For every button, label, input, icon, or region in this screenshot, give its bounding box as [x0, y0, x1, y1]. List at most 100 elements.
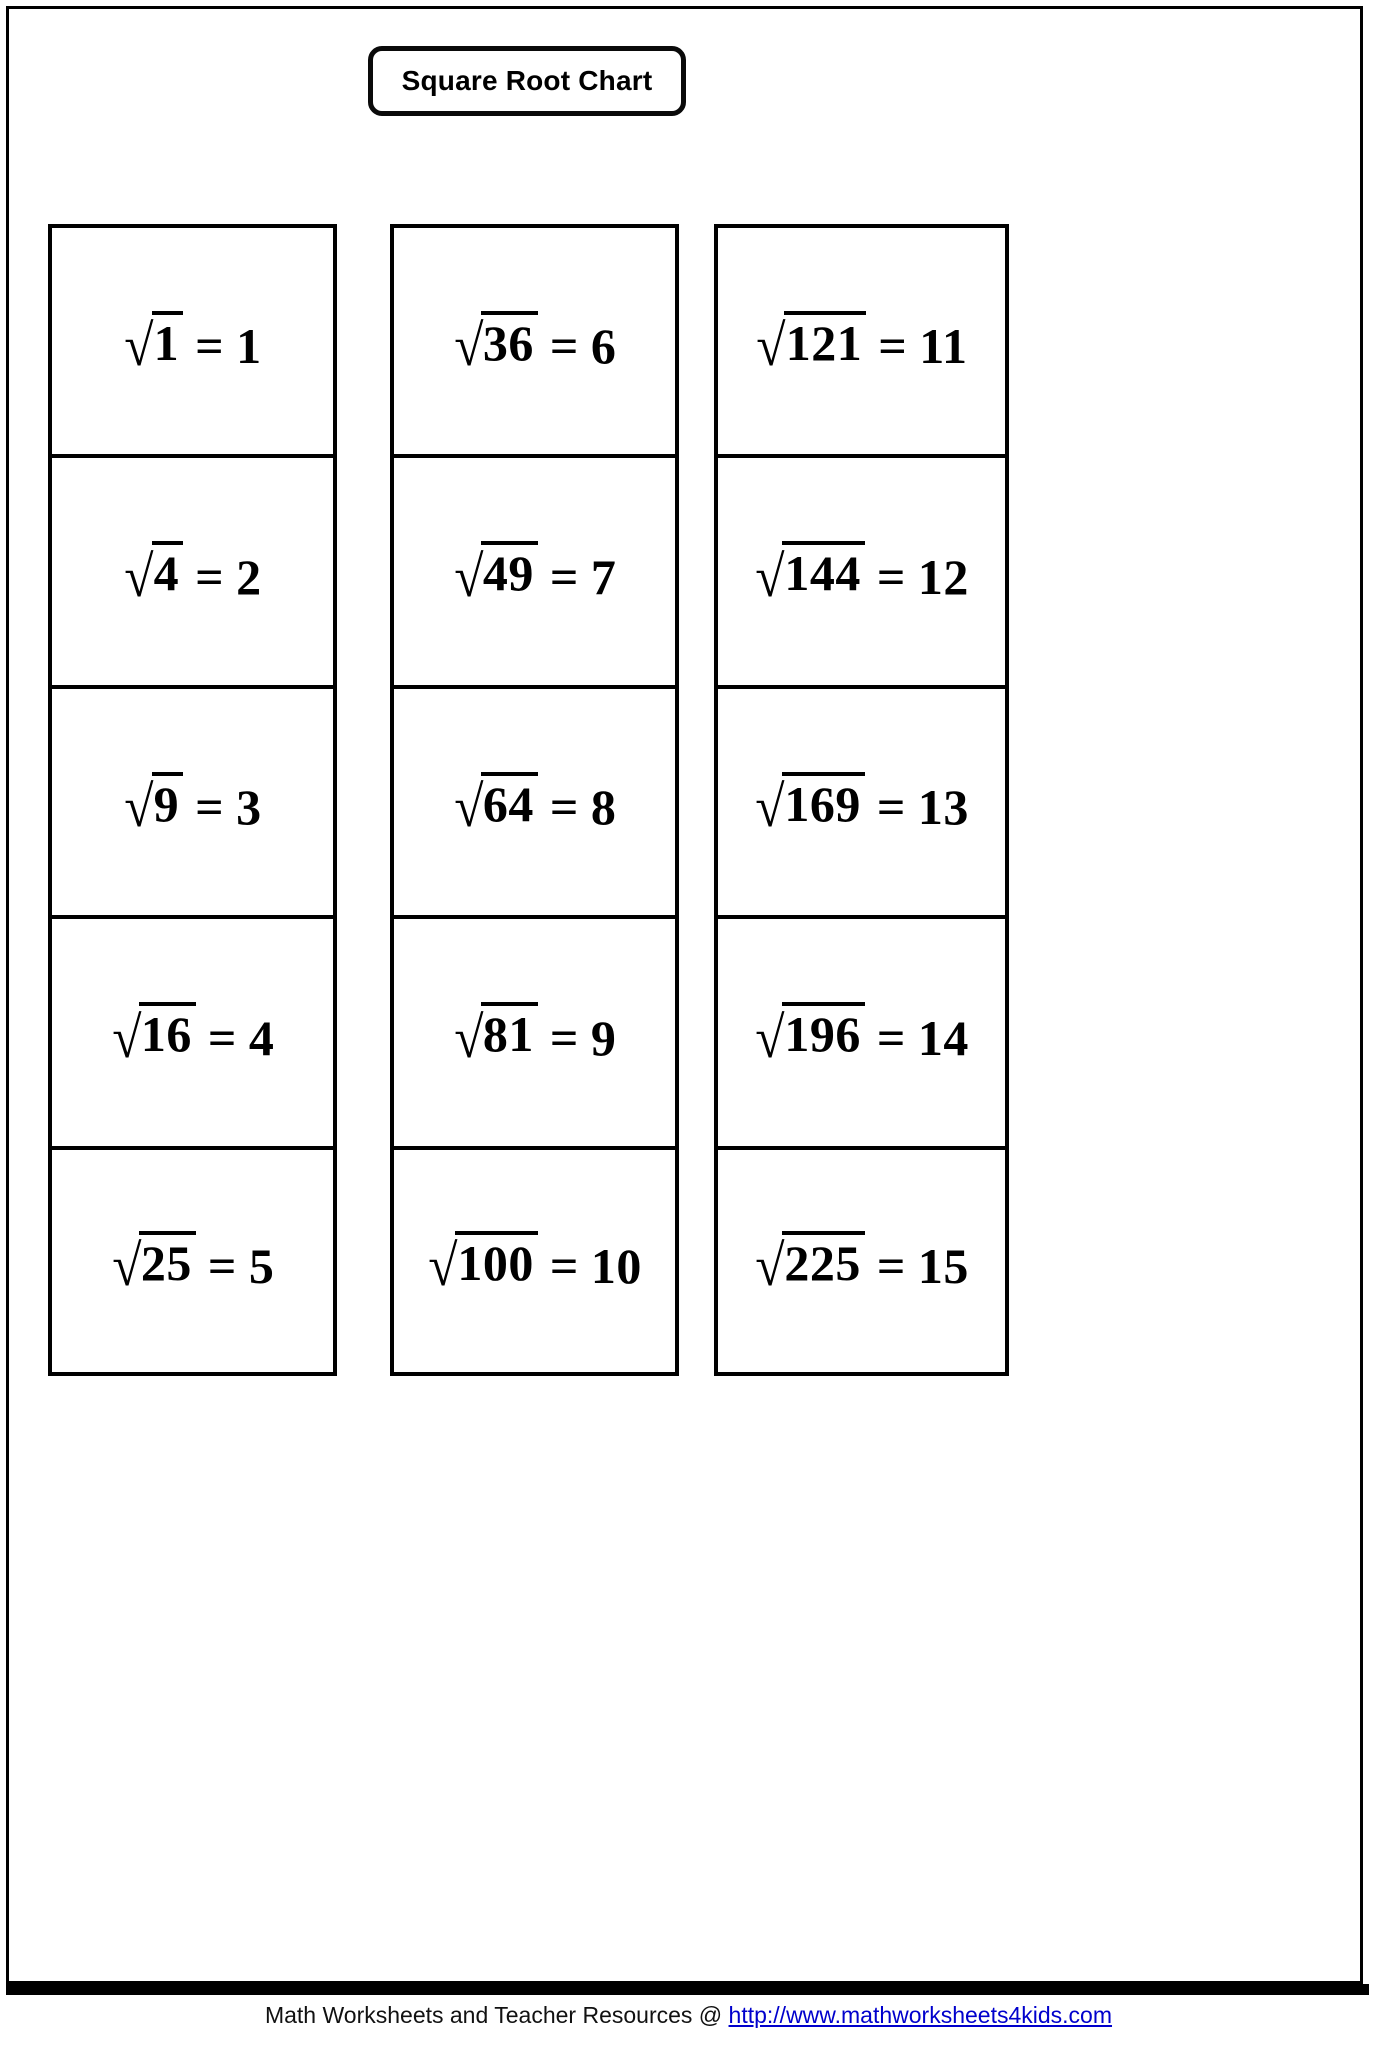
- radical-icon: √: [453, 774, 484, 840]
- square-root-expression: √ 49 = 7: [453, 541, 617, 605]
- square-root-expression: √ 225 = 15: [754, 1230, 969, 1298]
- chart-column-1: √ 1 = 1 √ 4 = 2 √ 9 = 3 √ 16 = 4 √ 25 = …: [48, 224, 337, 1376]
- table-row: √ 9 = 3: [48, 684, 337, 916]
- result-value: 4: [248, 1009, 275, 1066]
- radical-icon: √: [453, 1004, 484, 1070]
- table-row: √ 36 = 6: [390, 224, 679, 455]
- radical-group: √ 36: [453, 310, 538, 379]
- square-root-expression: √ 1 = 1: [123, 310, 262, 375]
- radical-group: √ 4: [123, 541, 184, 605]
- radicand-value: 169: [782, 771, 865, 829]
- table-row: √ 49 = 7: [390, 454, 679, 685]
- radical-icon: √: [755, 1004, 786, 1070]
- square-root-expression: √ 169 = 13: [754, 771, 969, 840]
- equals-sign: =: [549, 318, 579, 375]
- equals-sign: =: [876, 1009, 906, 1066]
- table-row: √ 121 = 11: [714, 224, 1009, 455]
- equals-sign: =: [207, 1237, 237, 1294]
- chart-column-3: √ 121 = 11 √ 144 = 12 √ 169 = 13 √ 196 =…: [714, 224, 1009, 1376]
- square-root-expression: √ 121 = 11: [755, 310, 968, 375]
- radical-group: √ 196: [754, 1002, 865, 1070]
- result-value: 5: [248, 1237, 275, 1294]
- table-row: √ 100 = 10: [390, 1145, 679, 1376]
- result-value: 10: [590, 1237, 642, 1294]
- equals-sign: =: [195, 548, 225, 605]
- result-value: 14: [917, 1009, 969, 1066]
- radicand-value: 144: [782, 541, 865, 598]
- page-title: Square Root Chart: [401, 65, 653, 96]
- radical-icon: √: [755, 774, 786, 840]
- radical-icon: √: [755, 543, 786, 609]
- radical-group: √ 25: [111, 1230, 196, 1294]
- radicand-value: 16: [138, 1002, 196, 1059]
- table-row: √ 25 = 5: [48, 1145, 337, 1376]
- radical-group: √ 225: [754, 1230, 865, 1298]
- equals-sign: =: [876, 1237, 906, 1294]
- footer-website-link[interactable]: http://www.mathworksheets4kids.com: [729, 2002, 1112, 2028]
- worksheet-page: Square Root Chart √ 1 = 1 √ 4 = 2 √ 9 = …: [0, 0, 1377, 2048]
- result-value: 3: [236, 779, 262, 836]
- equals-sign: =: [195, 779, 225, 836]
- table-row: √ 4 = 2: [48, 454, 337, 685]
- equals-sign: =: [876, 779, 906, 836]
- square-root-expression: √ 196 = 14: [754, 1002, 969, 1070]
- radical-group: √ 144: [754, 541, 865, 609]
- equals-sign: =: [549, 779, 579, 836]
- table-row: √ 225 = 15: [714, 1145, 1009, 1376]
- radical-group: √ 1: [123, 310, 184, 375]
- table-row: √ 16 = 4: [48, 915, 337, 1146]
- radicand-value: 49: [480, 541, 538, 598]
- table-row: √ 196 = 14: [714, 915, 1009, 1146]
- radical-group: √ 9: [123, 771, 184, 840]
- result-value: 2: [236, 548, 262, 605]
- radical-group: √ 49: [453, 541, 538, 605]
- result-value: 11: [919, 318, 968, 375]
- table-row: √ 81 = 9: [390, 915, 679, 1146]
- radicand-value: 121: [783, 310, 867, 368]
- table-row: √ 64 = 8: [390, 684, 679, 916]
- equals-sign: =: [549, 1009, 579, 1066]
- result-value: 12: [917, 548, 969, 605]
- chart-column-2: √ 36 = 6 √ 49 = 7 √ 64 = 8 √ 81 = 9 √ 10…: [390, 224, 679, 1376]
- square-root-expression: √ 64 = 8: [453, 771, 617, 840]
- footer-divider: [6, 1984, 1369, 1995]
- radical-group: √ 81: [453, 1002, 538, 1070]
- radicand-value: 81: [480, 1002, 538, 1059]
- table-row: √ 1 = 1: [48, 224, 337, 455]
- radicand-value: 1: [151, 310, 184, 368]
- result-value: 1: [236, 318, 262, 375]
- radical-group: √ 100: [427, 1230, 538, 1298]
- result-value: 6: [590, 318, 617, 375]
- radicand-value: 36: [480, 310, 538, 368]
- result-value: 7: [590, 548, 617, 605]
- equals-sign: =: [549, 548, 579, 605]
- table-row: √ 169 = 13: [714, 684, 1009, 916]
- square-root-expression: √ 144 = 12: [754, 541, 969, 609]
- square-root-expression: √ 25 = 5: [111, 1230, 275, 1294]
- radical-icon: √: [428, 1232, 459, 1298]
- radicand-value: 196: [782, 1002, 865, 1059]
- radicand-value: 64: [480, 771, 538, 829]
- title-box: Square Root Chart: [368, 46, 686, 116]
- square-root-expression: √ 16 = 4: [111, 1002, 275, 1066]
- radicand-value: 225: [782, 1230, 865, 1288]
- table-row: √ 144 = 12: [714, 454, 1009, 685]
- result-value: 13: [917, 779, 969, 836]
- square-root-expression: √ 4 = 2: [123, 541, 262, 605]
- radical-group: √ 64: [453, 771, 538, 840]
- equals-sign: =: [876, 548, 906, 605]
- radicand-value: 25: [138, 1230, 196, 1288]
- result-value: 15: [917, 1237, 969, 1294]
- equals-sign: =: [549, 1237, 579, 1294]
- square-root-expression: √ 81 = 9: [453, 1002, 617, 1070]
- square-root-expression: √ 9 = 3: [123, 771, 262, 840]
- radical-icon: √: [453, 313, 484, 379]
- square-root-expression: √ 36 = 6: [453, 310, 617, 379]
- radical-icon: √: [755, 1232, 786, 1298]
- square-root-expression: √ 100 = 10: [427, 1230, 642, 1298]
- square-root-grid: √ 1 = 1 √ 4 = 2 √ 9 = 3 √ 16 = 4 √ 25 = …: [48, 224, 1009, 1376]
- result-value: 8: [590, 779, 617, 836]
- radical-group: √ 121: [755, 310, 867, 375]
- radical-icon: √: [124, 774, 155, 840]
- radicand-value: 9: [151, 771, 184, 829]
